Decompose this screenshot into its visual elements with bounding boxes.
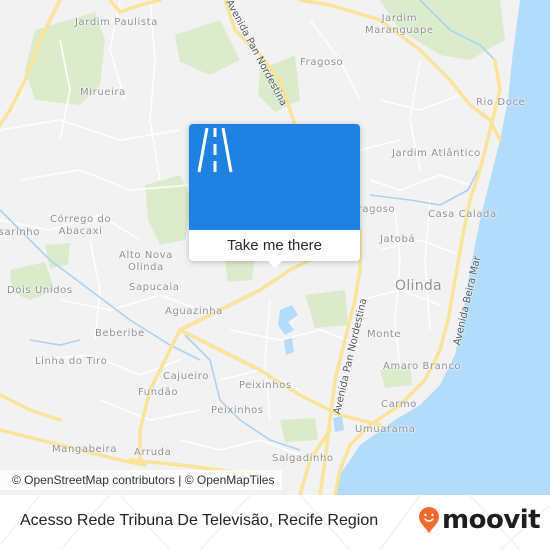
footer: Acesso Rede Tribuna De Televisão, Recife… [0,495,550,550]
place-label: Olinda [395,278,442,294]
pond [333,416,344,432]
popup-pointer [267,260,283,268]
place-label: Rio Doce [476,97,526,108]
place-label: Dois Unidos [7,285,73,296]
place-label: Passarinho [0,227,40,238]
place-label: Jardim Atlântico [392,148,481,159]
place-label: Peixinhos [239,380,292,391]
place-label: Fundão [138,387,179,398]
map[interactable]: Jardim Paulista Mirueira Jardim Marangua… [0,0,550,495]
place-label: Monte [367,329,402,340]
moovit-wordmark: moovit [442,505,541,535]
place-label: Aguazinha [165,306,223,317]
destination-popup: Take me there [189,124,360,268]
place-label: Casa Calada [428,209,497,220]
map-attribution[interactable]: © OpenStreetMap contributors | © OpenMap… [0,470,283,490]
road-icon [197,127,233,173]
place-label: Córrego do Abacaxi [50,214,112,237]
park-area [305,290,348,328]
park-area [45,243,70,268]
moovit-logo[interactable]: moovit [418,505,541,535]
place-label: Peixinhos [211,405,264,416]
river [184,334,301,451]
park-area [225,258,255,282]
place-label: Alto Nova Olinda [119,250,173,273]
place-label: Arruda [134,447,172,458]
place-label: Jatobá [380,234,416,245]
river [369,169,479,206]
moovit-pin-icon [419,507,439,533]
place-label: Carmo [381,399,417,410]
location-title: Acesso Rede Tribuna De Televisão, Recife… [20,512,379,529]
place-label: Fragoso [300,57,344,68]
place-label: Mangabeira [52,444,118,455]
place-label: Beberibe [95,328,145,339]
place-label: Amaro Branco [383,361,462,372]
major-road [108,0,162,14]
pond [278,305,298,335]
river [29,339,81,346]
place-label: Umuarama [355,424,416,435]
pond [284,338,294,355]
place-label: Salgadinho [272,453,334,464]
popup-header [189,124,360,230]
place-label: Sapucaia [129,282,180,293]
park-area [280,418,318,442]
place-label: Jardim Paulista [75,17,158,28]
place-label: Cajueiro [163,371,209,382]
park-area [175,20,240,75]
place-label: Mirueira [80,87,126,98]
take-me-there-button[interactable]: Take me there [189,230,360,261]
major-road [0,393,62,422]
place-label: Linha do Tiro [35,356,108,367]
place-label: Jardim Maranguape [365,13,434,36]
